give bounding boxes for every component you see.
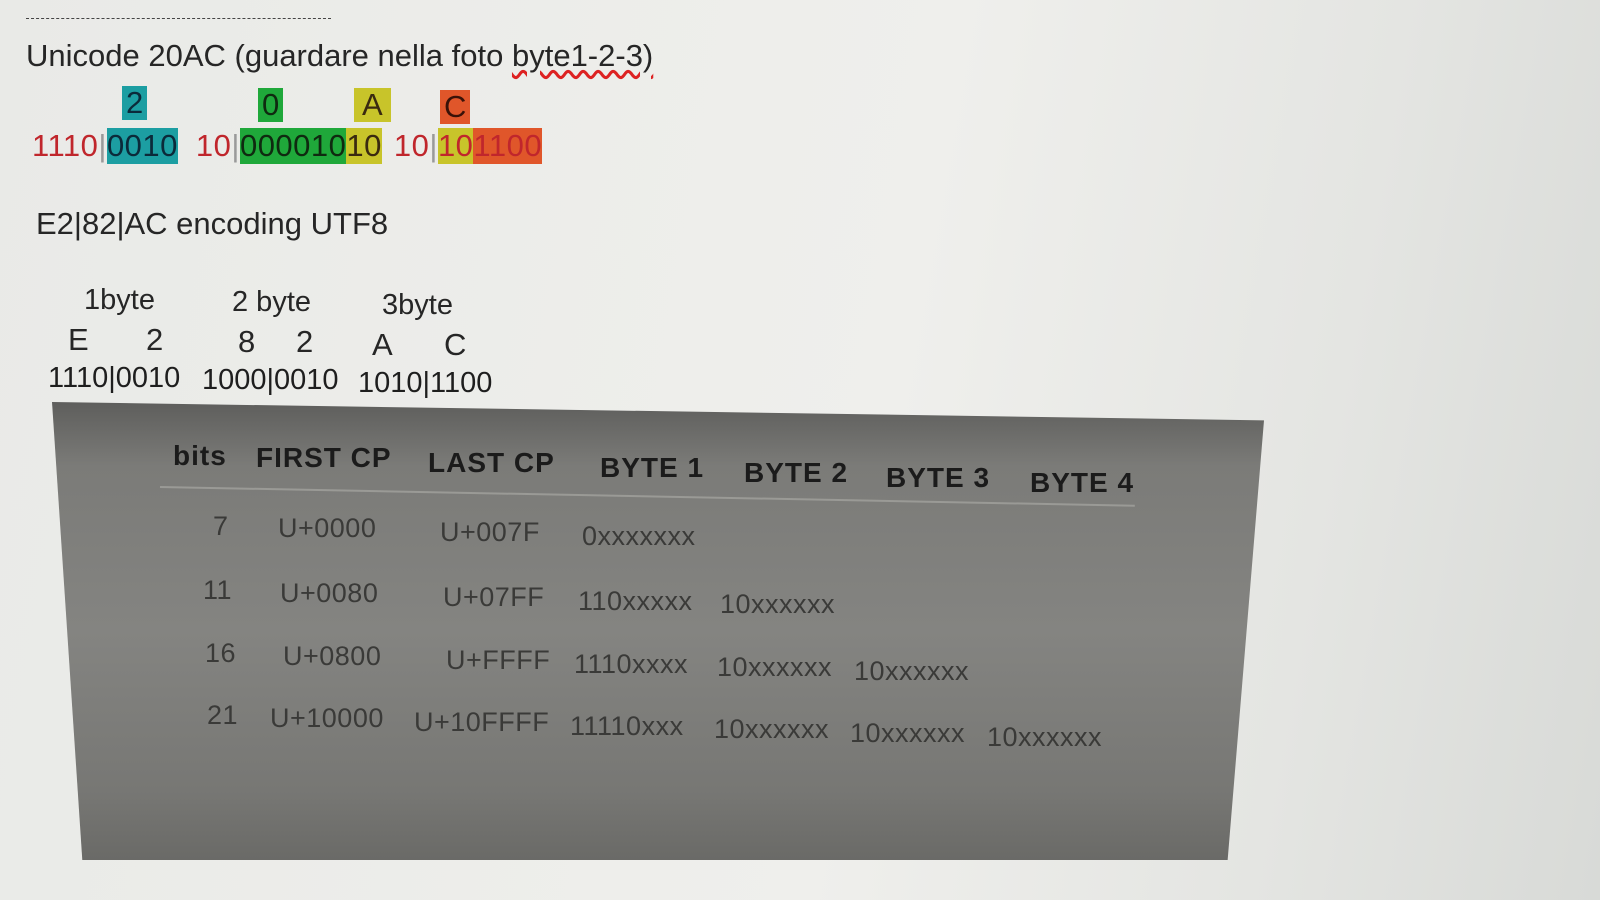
table-header-last-cp: LAST CP	[428, 447, 555, 478]
byte-binary-2: 1000|0010	[202, 364, 339, 396]
table-cell: 7	[213, 511, 229, 541]
binary-seg-green-tail: 10	[310, 128, 347, 164]
byte-header-3: 3byte	[382, 289, 453, 321]
byte-char: 2	[296, 324, 314, 359]
byte-char: 2	[146, 322, 164, 357]
table-cell: 16	[205, 638, 237, 668]
binary-seg-green: 0000	[239, 128, 311, 164]
dashed-rule	[26, 18, 331, 19]
table-cell: U+0080	[280, 578, 379, 608]
byte-binary-1: 1110|0010	[48, 362, 181, 394]
binary-seg-yellow-b: 10	[437, 128, 474, 164]
document-canvas: Unicode 20AC (guardare nella foto byte1-…	[0, 0, 1600, 900]
binary-separator: |	[429, 128, 438, 163]
table-header-byte-3: BYTE 3	[886, 462, 991, 493]
table-header-byte-1: BYTE 1	[600, 452, 705, 483]
table-header-first-cp: FIRST CP	[256, 442, 392, 473]
table-header-byte-2: BYTE 2	[744, 457, 849, 488]
table-cell: 10xxxxxx	[850, 718, 966, 748]
table-cell: 10xxxxxx	[714, 714, 830, 744]
heading-text: Unicode 20AC (guardare nella foto	[26, 38, 512, 73]
table-header-byte-4: BYTE 4	[1030, 467, 1135, 498]
hex-label-0: 0	[258, 88, 284, 122]
heading-spellcheck-word[interactable]: byte1-2-3)	[512, 38, 653, 73]
table-cell: U+07FF	[443, 582, 545, 612]
binary-seg-10b: 10	[393, 128, 430, 163]
binary-seg-1110: 1110	[32, 128, 99, 163]
encoding-line: E2|82|AC encoding UTF8	[36, 206, 389, 241]
table-cell: 10xxxxxx	[854, 656, 970, 686]
byte-char: 8	[238, 324, 256, 359]
byte-char: E	[68, 322, 89, 357]
unicode-heading: Unicode 20AC (guardare nella foto byte1-…	[26, 38, 653, 74]
binary-separator: |	[98, 128, 107, 163]
table-cell: U+10FFFF	[414, 707, 550, 737]
hex-label-2: 2	[122, 86, 148, 120]
table-cell: 1110xxxx	[574, 649, 689, 679]
table-cell: U+FFFF	[446, 645, 551, 675]
table-cell: 0xxxxxxx	[582, 521, 696, 551]
table-cell: 11	[203, 575, 233, 605]
binary-seg-orange: 1100	[473, 128, 543, 164]
table-cell: 11110xxx	[570, 711, 684, 741]
table-cell: U+10000	[270, 703, 384, 733]
binary-separator: |	[231, 128, 240, 163]
binary-seg-teal: 0010	[106, 128, 178, 164]
hex-label-a: A	[354, 88, 391, 122]
byte-header-1: 1byte	[84, 284, 155, 316]
binary-highlight-line: 1110|0010 10|00001010 10|101100	[32, 128, 543, 164]
table-cell: 10xxxxxx	[987, 722, 1103, 752]
table-cell: U+007F	[440, 517, 540, 547]
table-cell: 21	[207, 700, 239, 730]
byte-char: A	[372, 327, 393, 362]
byte-char: C	[444, 327, 467, 362]
binary-seg-10: 10	[195, 128, 232, 163]
table-cell: U+0800	[283, 641, 382, 671]
table-header-bits: bits	[173, 440, 227, 471]
binary-seg-yellow: 10	[346, 128, 382, 164]
table-cell: 110xxxxx	[578, 586, 693, 616]
table-cell: 10xxxxxx	[717, 652, 833, 682]
table-cell: U+0000	[278, 513, 377, 543]
byte-binary-3: 1010|1100	[358, 367, 493, 399]
table-cell: 10xxxxxx	[720, 589, 836, 619]
byte-header-2: 2 byte	[232, 286, 311, 318]
hex-label-c: C	[440, 90, 471, 124]
